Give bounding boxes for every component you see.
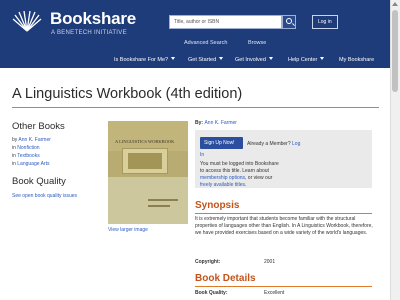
signup-message: You must be logged into Bookshare to acc…: [200, 161, 280, 189]
nav-label: Help Center: [288, 57, 318, 63]
already-member-text: Already a Member? Log: [247, 141, 300, 147]
quality-issues-label[interactable]: See open book quality issues: [12, 193, 77, 199]
nav-help-center[interactable]: Help Center: [288, 57, 325, 63]
category-link[interactable]: Language Arts: [17, 161, 49, 167]
login-button[interactable]: Log in: [312, 15, 338, 29]
byline: By: Ann K. Farmer: [195, 120, 237, 126]
free-titles-link[interactable]: freely available titles: [200, 182, 245, 188]
nav-label: Get Started: [188, 57, 217, 63]
search-icon: [286, 18, 292, 24]
log-in-link-continued[interactable]: In: [200, 152, 204, 158]
advanced-search-link[interactable]: Advanced Search: [184, 40, 227, 46]
book-quality-label: Book Quality:: [195, 290, 228, 296]
nav-my-bookshare[interactable]: My Bookshare: [339, 57, 374, 63]
book-details-heading: Book Details: [195, 273, 256, 284]
other-books-item: by Ann K. Farmer: [12, 137, 51, 143]
cover-top-band: [108, 121, 188, 151]
quality-issues-link[interactable]: See open book quality issues: [12, 193, 77, 199]
cover-inner-frame: [128, 153, 162, 169]
membership-options-link[interactable]: membership options: [200, 175, 245, 181]
signup-text: You must be logged into Bookshare to acc…: [200, 161, 279, 174]
book-quality-heading: Book Quality: [12, 176, 66, 187]
cover-title-text: A LINGUISTICS WORKBOOK: [115, 139, 175, 144]
other-books-item: in Nonfiction: [12, 145, 40, 151]
log-in-link[interactable]: Log: [292, 141, 300, 147]
site-header: Bookshare A BENETECH INITIATIVE Title, a…: [0, 0, 390, 68]
synopsis-text: It is extremely important that students …: [195, 216, 373, 236]
signup-text: .: [245, 182, 247, 188]
nav-label: Get Involved: [235, 57, 266, 63]
author-link[interactable]: Ann K. Farmer: [204, 120, 237, 126]
scroll-up-arrow-icon[interactable]: [392, 2, 398, 6]
search-button[interactable]: [282, 15, 296, 29]
already-member-label: Already a Member?: [247, 141, 291, 147]
book-details-divider: [195, 286, 372, 287]
author-link[interactable]: Ann K. Farmer: [18, 137, 51, 143]
open-book-icon: [12, 11, 42, 32]
by-label: By:: [195, 120, 204, 126]
nav-is-bookshare-for-me[interactable]: Is Bookshare For Me?: [114, 57, 176, 63]
book-cover-image[interactable]: A LINGUISTICS WORKBOOK: [108, 121, 188, 224]
sign-up-button[interactable]: Sign Up Now!: [200, 137, 243, 149]
signup-text: , or view our: [245, 175, 273, 181]
nav-get-involved[interactable]: Get Involved: [235, 57, 273, 63]
chevron-down-icon: [268, 57, 273, 60]
search-input[interactable]: Title, author or ISBN: [169, 15, 282, 29]
book-quality-value: Excellent: [264, 290, 285, 296]
copyright-label: Copyright:: [195, 259, 221, 265]
nav-get-started[interactable]: Get Started: [188, 57, 224, 63]
page-title: A Linguistics Workbook (4th edition): [12, 86, 243, 102]
nav-label: Is Bookshare For Me?: [114, 57, 169, 63]
chevron-down-icon: [320, 57, 325, 60]
title-divider: [12, 107, 379, 108]
chevron-down-icon: [171, 57, 176, 60]
brand-name: Bookshare: [50, 9, 137, 28]
brand-tagline: A BENETECH INITIATIVE: [51, 30, 127, 36]
synopsis-heading: Synopsis: [195, 200, 240, 211]
scrollbar-thumb[interactable]: [392, 10, 398, 92]
copyright-value: 2001: [264, 259, 276, 265]
synopsis-divider: [195, 213, 372, 214]
cover-author-line: [148, 205, 170, 207]
chevron-down-icon: [219, 57, 224, 60]
cover-author-line: [148, 199, 178, 201]
browse-link[interactable]: Browse: [248, 40, 266, 46]
category-link[interactable]: Textbooks: [17, 153, 40, 159]
other-books-item: in Language Arts: [12, 161, 50, 167]
category-link[interactable]: Nonfiction: [17, 145, 39, 151]
other-books-heading: Other Books: [12, 121, 65, 132]
other-books-item: in Textbooks: [12, 153, 40, 159]
view-larger-image-link[interactable]: View larger image: [108, 227, 148, 233]
